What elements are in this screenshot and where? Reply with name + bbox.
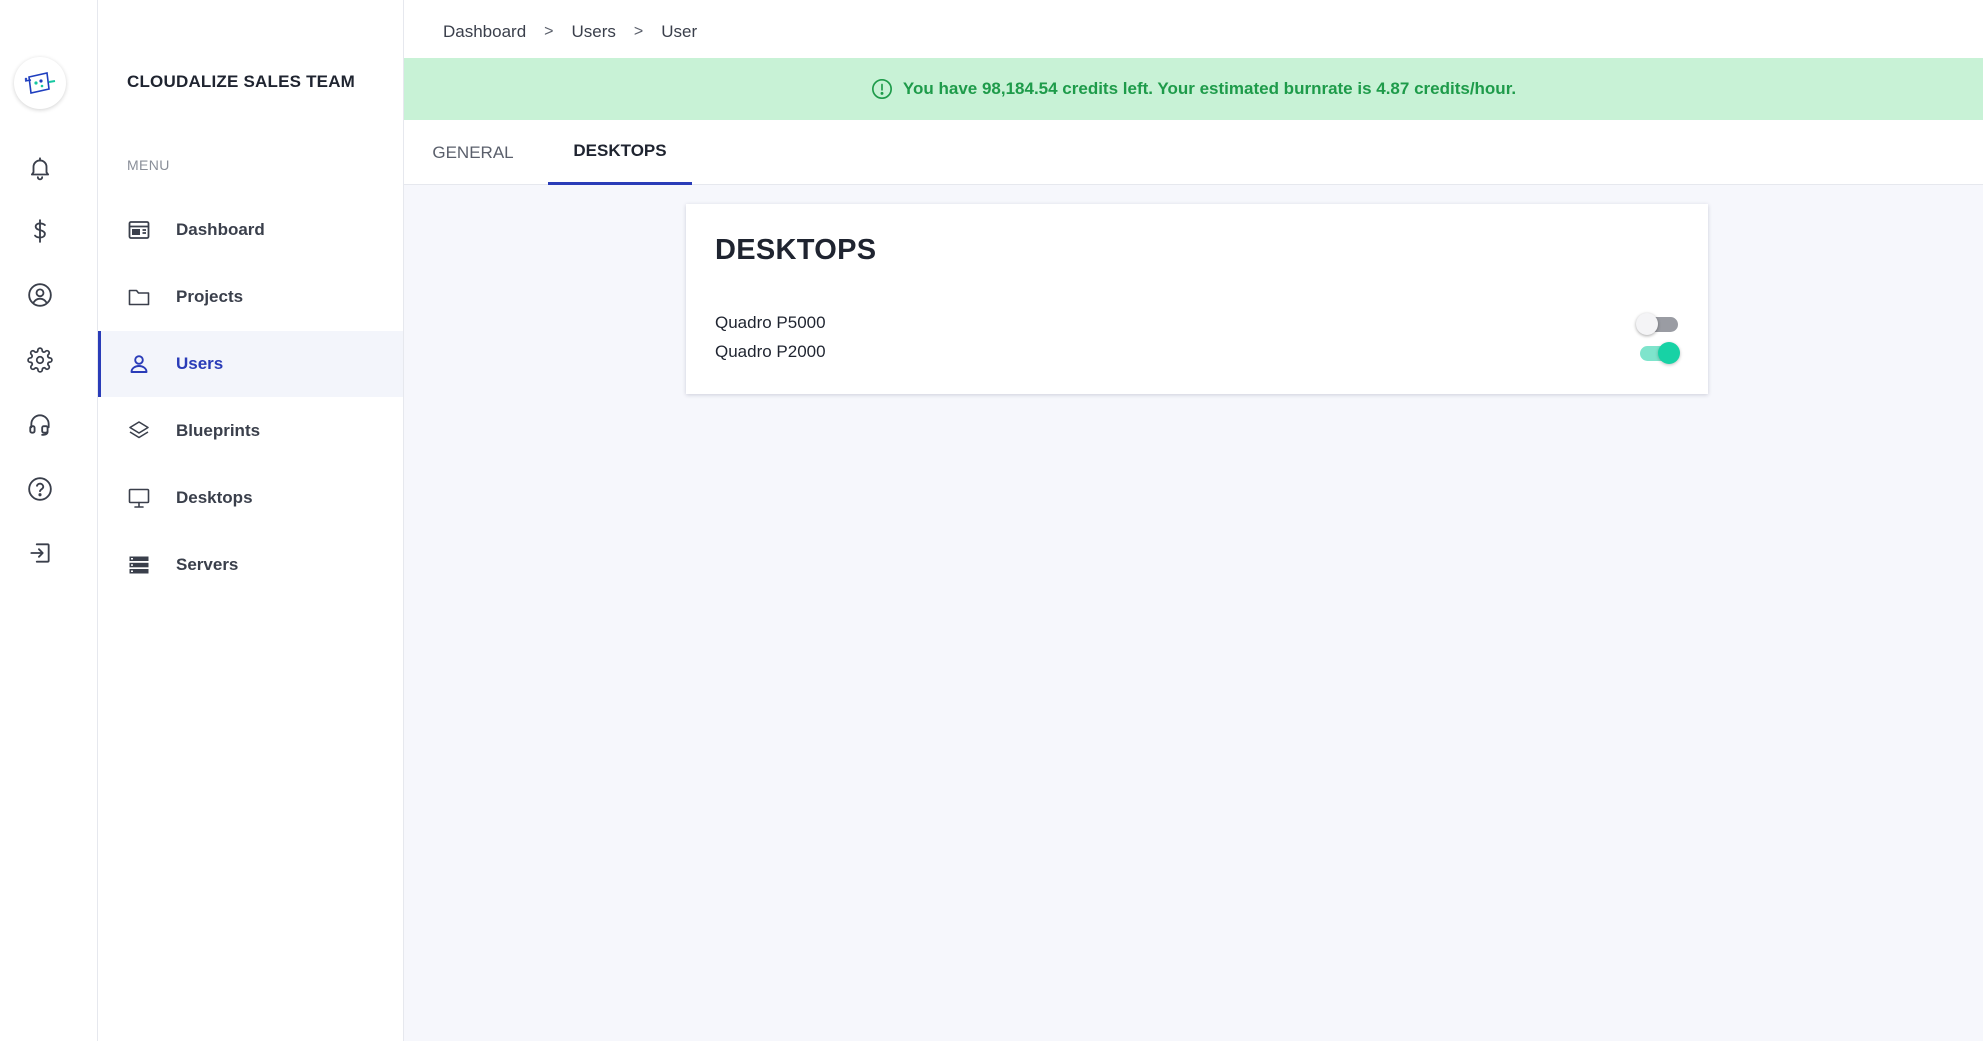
topbar: Dashboard > Users > User	[404, 0, 1983, 58]
icon-rail	[0, 0, 98, 1041]
desktop-name: Quadro P5000	[715, 313, 826, 332]
layers-icon	[125, 417, 153, 445]
sidebar-item-dashboard[interactable]: Dashboard	[98, 197, 403, 263]
toggle-thumb	[1636, 313, 1658, 335]
credits-banner: You have 98,184.54 credits left. Your es…	[404, 58, 1983, 120]
sidebar-item-label: Desktops	[176, 488, 253, 507]
help-circle-icon[interactable]	[20, 469, 60, 509]
desktop-row: Quadro P5000	[715, 310, 1680, 338]
user-icon	[125, 350, 153, 378]
dollar-icon[interactable]	[20, 211, 60, 251]
sidebar-item-label: Blueprints	[176, 421, 261, 440]
server-icon	[125, 551, 153, 579]
desktops-card: DESKTOPS Quadro P5000 Quadro P2000	[686, 204, 1708, 394]
sidebar-item-label: Dashboard	[176, 220, 265, 239]
monitor-icon	[125, 484, 153, 512]
tab-general[interactable]: GENERAL	[404, 120, 542, 185]
sidebar: CLOUDALIZE SALES TEAM MENU Dashboard Pro…	[98, 0, 404, 1041]
desktop-toggle-quadro-p5000[interactable]	[1636, 312, 1680, 336]
credits-banner-text: You have 98,184.54 credits left. Your es…	[902, 79, 1517, 98]
desktop-toggle-quadro-p2000[interactable]	[1636, 341, 1680, 365]
sidebar-item-label: Users	[176, 354, 224, 373]
desktop-row: Quadro P2000	[715, 339, 1680, 367]
info-circle-icon	[871, 78, 893, 100]
breadcrumb-dashboard[interactable]: Dashboard	[443, 22, 526, 42]
sidebar-item-projects[interactable]: Projects	[98, 264, 403, 330]
tab-desktops[interactable]: DESKTOPS	[548, 120, 692, 185]
logout-icon[interactable]	[20, 533, 60, 573]
bell-icon[interactable]	[20, 148, 60, 188]
sidebar-item-users[interactable]: Users	[98, 331, 403, 397]
sidebar-item-blueprints[interactable]: Blueprints	[98, 398, 403, 464]
desktop-name: Quadro P2000	[715, 342, 826, 361]
sidebar-item-servers[interactable]: Servers	[98, 532, 403, 598]
sidebar-item-desktops[interactable]: Desktops	[98, 465, 403, 531]
user-circle-icon[interactable]	[20, 275, 60, 315]
org-name: CLOUDALIZE SALES TEAM	[127, 72, 356, 91]
main-content: Dashboard > Users > User You have 98,184…	[404, 0, 1983, 1041]
gear-icon[interactable]	[20, 340, 60, 380]
menu-label: MENU	[127, 157, 170, 173]
sidebar-item-label: Servers	[176, 555, 239, 574]
dashboard-icon	[125, 216, 153, 244]
card-title: DESKTOPS	[715, 234, 877, 266]
breadcrumb-separator: >	[544, 23, 554, 40]
breadcrumb-user: User	[661, 22, 698, 41]
tab-bar: GENERAL DESKTOPS	[404, 120, 1983, 185]
breadcrumb-separator: >	[633, 23, 644, 40]
breadcrumb: Dashboard > Users > User	[443, 22, 697, 42]
cloudalize-logo-icon[interactable]	[14, 57, 66, 109]
toggle-thumb	[1658, 342, 1680, 364]
breadcrumb-users[interactable]: Users	[572, 22, 616, 42]
sidebar-item-label: Projects	[176, 287, 244, 306]
folder-icon	[125, 283, 153, 311]
headset-icon[interactable]	[20, 404, 60, 444]
